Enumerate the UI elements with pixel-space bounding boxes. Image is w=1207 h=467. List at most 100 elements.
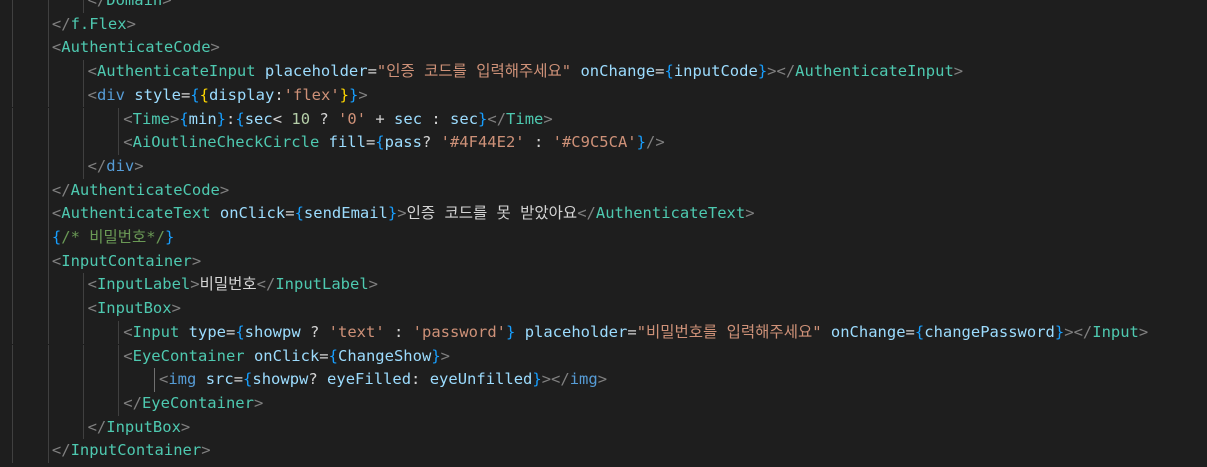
code-editor[interactable]: </Domain> </f.Flex> <AuthenticateCode> <Aut… bbox=[0, 0, 1207, 467]
code-token: </ bbox=[577, 204, 596, 223]
code-text: <div style={{display:'flex'}}> bbox=[88, 84, 368, 108]
code-line[interactable]: <AiOutlineCheckCircle fill={pass? '#4F44… bbox=[0, 131, 1207, 155]
code-token: > bbox=[358, 85, 368, 104]
code-token: > bbox=[219, 180, 230, 199]
code-line[interactable]: </Domain> bbox=[0, 0, 1207, 13]
indent-guide bbox=[118, 320, 119, 345]
indent-guide bbox=[12, 83, 13, 108]
code-token: < bbox=[123, 346, 133, 365]
code-line[interactable]: <AuthenticateInput placeholder="인증 코드를 입… bbox=[0, 60, 1207, 84]
code-token: ></ bbox=[541, 370, 570, 389]
code-line[interactable]: <img src={showpw? eyeFilled: eyeUnfilled… bbox=[0, 368, 1207, 392]
indent-guide bbox=[48, 226, 49, 250]
code-line[interactable]: <Input type={showpw ? 'text' : 'password… bbox=[0, 320, 1207, 345]
code-token: = bbox=[233, 370, 244, 389]
code-token: </ bbox=[87, 156, 107, 175]
code-token: InputContainer bbox=[61, 251, 192, 270]
code-text: <AuthenticateText onClick={sendEmail}>인증… bbox=[52, 202, 755, 226]
indent-guide bbox=[48, 439, 49, 463]
code-line[interactable]: <InputContainer> bbox=[0, 249, 1207, 274]
indent-guide bbox=[83, 60, 84, 84]
code-line[interactable]: </InputBox> bbox=[0, 415, 1207, 440]
code-token: Domain bbox=[106, 0, 163, 9]
code-token: style bbox=[134, 85, 181, 104]
code-token: ? bbox=[310, 109, 339, 128]
code-token: : bbox=[524, 133, 553, 152]
code-line[interactable]: <InputLabel>비밀번호</InputLabel> bbox=[0, 273, 1207, 298]
code-token: InputBox bbox=[96, 299, 172, 318]
code-text: <AuthenticateCode> bbox=[52, 36, 220, 60]
code-token: } bbox=[349, 85, 359, 104]
code-token: sendEmail bbox=[303, 204, 388, 223]
code-token: } bbox=[532, 370, 542, 389]
code-line[interactable]: </InputContainer> bbox=[0, 439, 1207, 463]
indent-guide bbox=[12, 12, 13, 37]
code-token: = bbox=[319, 346, 329, 365]
code-token: EyeContainer bbox=[141, 393, 254, 412]
code-line[interactable]: <div style={{display:'flex'}}> bbox=[0, 83, 1207, 108]
code-token: </ bbox=[87, 0, 107, 9]
code-line[interactable]: </AuthenticateCode> bbox=[0, 178, 1207, 203]
indent-guide bbox=[12, 391, 13, 416]
code-text: <InputLabel>비밀번호</InputLabel> bbox=[88, 273, 378, 297]
indent-guide bbox=[48, 178, 49, 203]
code-token: ? bbox=[421, 133, 441, 152]
code-token: < bbox=[123, 133, 133, 152]
code-token: > bbox=[253, 393, 264, 412]
code-token: </ bbox=[51, 441, 71, 460]
code-text: <AiOutlineCheckCircle fill={pass? '#4F44… bbox=[123, 131, 664, 155]
code-token: < bbox=[159, 370, 169, 389]
indent-guide bbox=[83, 391, 84, 416]
code-token: > bbox=[180, 417, 191, 436]
indent-guide bbox=[118, 391, 119, 416]
code-token: 'text' bbox=[328, 322, 385, 341]
code-token: } bbox=[1054, 322, 1065, 341]
code-token: } bbox=[431, 346, 441, 365]
code-token: < bbox=[87, 62, 97, 81]
code-token: "인증 코드를 입력해주세요" bbox=[376, 62, 572, 81]
code-token: > bbox=[543, 109, 553, 128]
code-token: Time bbox=[506, 109, 544, 128]
code-token: { bbox=[179, 109, 189, 128]
code-line[interactable]: <InputBox> bbox=[0, 297, 1207, 321]
code-line[interactable]: </div> bbox=[0, 154, 1207, 179]
code-token: + bbox=[366, 109, 395, 128]
code-token: = bbox=[180, 85, 191, 104]
code-line[interactable]: <EyeContainer onClick={ChangeShow}> bbox=[0, 344, 1207, 369]
code-token: InputLabel bbox=[96, 275, 191, 294]
code-token: ChangeShow bbox=[337, 346, 432, 365]
code-token: = bbox=[905, 322, 915, 341]
code-token: AuthenticateText bbox=[61, 204, 211, 223]
code-token: fill bbox=[328, 133, 366, 152]
code-token: < bbox=[123, 322, 133, 341]
indent-guide bbox=[118, 368, 119, 392]
indent-guide bbox=[154, 368, 155, 392]
code-token: > bbox=[368, 275, 378, 294]
indent-guide bbox=[48, 12, 49, 37]
code-token: onClick bbox=[253, 346, 320, 365]
code-line[interactable]: <AuthenticateText onClick={sendEmail}>인증… bbox=[0, 202, 1207, 226]
code-token: = bbox=[285, 204, 295, 223]
code-line[interactable]: {/* 비밀번호*/} bbox=[0, 226, 1207, 250]
code-token: min bbox=[188, 109, 217, 128]
code-line[interactable]: </f.Flex> bbox=[0, 12, 1207, 37]
code-token: </ bbox=[87, 417, 107, 436]
code-token: InputBox bbox=[106, 417, 181, 436]
code-line[interactable]: <AuthenticateCode> bbox=[0, 36, 1207, 61]
indent-guide bbox=[48, 107, 49, 132]
indent-guide bbox=[12, 415, 13, 440]
code-token: { bbox=[235, 109, 245, 128]
code-line[interactable]: <Time>{min}:{sec< 10 ? '0' + sec : sec}<… bbox=[0, 107, 1207, 132]
indent-guide bbox=[48, 83, 49, 108]
code-token: AuthenticateCode bbox=[70, 180, 220, 199]
code-token: : bbox=[274, 85, 284, 104]
code-token: type bbox=[188, 322, 226, 341]
code-token: sec bbox=[394, 109, 423, 128]
code-token: 'flex' bbox=[283, 85, 340, 104]
code-line[interactable]: </EyeContainer> bbox=[0, 391, 1207, 416]
code-text: </InputBox> bbox=[88, 416, 191, 440]
code-token: img bbox=[569, 370, 598, 389]
code-token: sec bbox=[244, 109, 273, 128]
